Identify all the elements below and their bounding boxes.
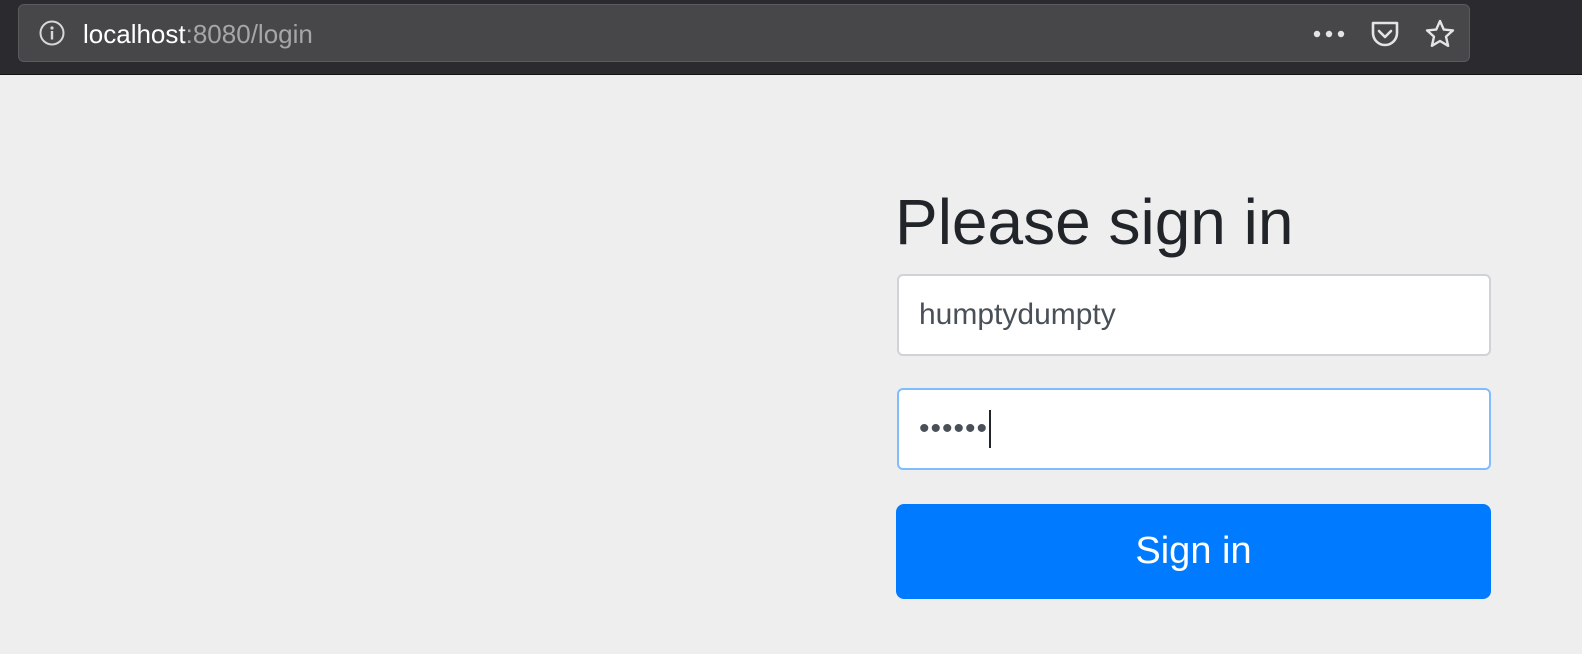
sign-in-button[interactable]: Sign in bbox=[896, 504, 1491, 599]
browser-toolbar: localhost:8080/login bbox=[0, 0, 1582, 75]
url-text[interactable]: localhost:8080/login bbox=[83, 19, 313, 49]
login-page: Please sign in •••••• Sign in bbox=[0, 75, 1582, 654]
page-title: Please sign in bbox=[895, 186, 1294, 258]
url-host: localhost bbox=[83, 19, 186, 49]
password-mask: •••••• bbox=[919, 412, 989, 445]
star-icon[interactable] bbox=[1424, 18, 1456, 50]
username-field[interactable] bbox=[897, 274, 1491, 356]
info-icon[interactable] bbox=[39, 20, 65, 46]
url-path: :8080/login bbox=[185, 19, 313, 49]
more-icon[interactable] bbox=[1311, 27, 1347, 41]
text-caret bbox=[989, 410, 992, 448]
password-field[interactable]: •••••• bbox=[897, 388, 1491, 470]
pocket-icon[interactable] bbox=[1369, 18, 1401, 50]
address-bar[interactable]: localhost:8080/login bbox=[18, 4, 1470, 62]
